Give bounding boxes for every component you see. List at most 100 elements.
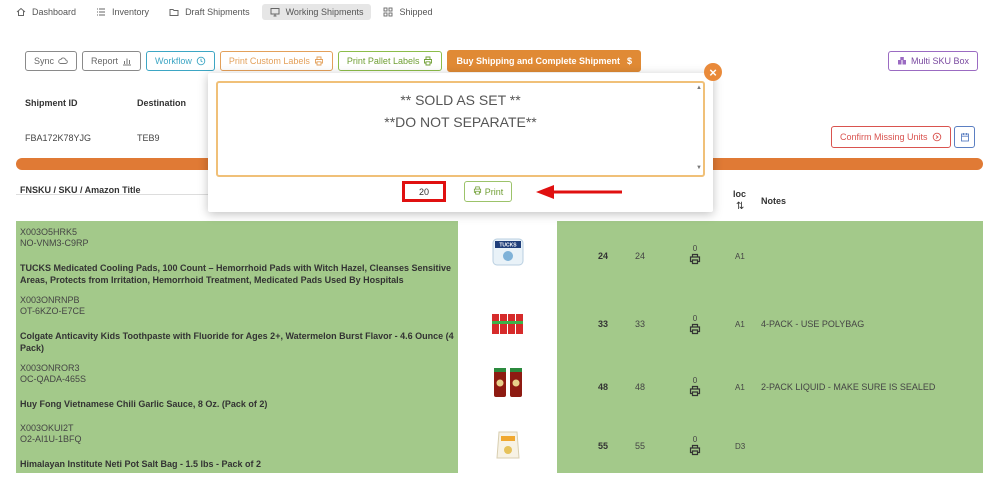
print-label-cell[interactable]: 0 [688, 376, 702, 397]
print-label-cell[interactable]: 0 [688, 314, 702, 335]
bar-chart-icon [122, 56, 132, 66]
location: A1 [735, 252, 745, 261]
amazon-title: Huy Fong Vietnamese Chili Garlic Sauce, … [20, 399, 268, 409]
nav-working-shipments[interactable]: Working Shipments [261, 4, 372, 20]
grid-icon [383, 7, 393, 17]
shipment-items-table: X003O5HRK5 NO-VNM3-C9RP TUCKS Medicated … [16, 221, 983, 473]
clock-icon [196, 56, 206, 66]
fnsku: X003O5HRK5 [20, 227, 78, 237]
printer-icon[interactable] [688, 385, 702, 397]
fnsku: X003ONROR3 [20, 363, 80, 373]
details-cell: 48 48 0 A1 2-PACK LIQUID - MAKE SURE IS … [557, 354, 983, 414]
note: 4-PACK - USE POLYBAG [761, 319, 865, 329]
quantity: 55 [598, 441, 609, 451]
label-quantity-input[interactable] [402, 181, 446, 202]
nav-label: Working Shipments [285, 7, 364, 17]
details-cell: 24 24 0 A1 [557, 221, 983, 289]
quantity-shipped: 24 [635, 251, 646, 261]
print-pallet-labels-button[interactable]: Print Pallet Labels [337, 51, 443, 71]
table-row: X003ONROR3 OC-QADA-465S Huy Fong Vietnam… [16, 354, 983, 414]
print-count: 0 [692, 314, 698, 323]
print-custom-labels-button[interactable]: Print Custom Labels [219, 51, 333, 71]
print-custom-label: Print Custom Labels [228, 56, 310, 66]
shipment-id-header: Shipment ID [25, 98, 78, 108]
location: D3 [735, 442, 746, 451]
product-image-cell [458, 289, 557, 354]
nav-label: Dashboard [32, 7, 77, 17]
dollar-icon: $ [626, 56, 632, 66]
calendar-icon [960, 132, 970, 142]
nav-label: Draft Shipments [185, 7, 250, 17]
column-loc-header[interactable]: loc [733, 189, 746, 199]
print-button[interactable]: Print [464, 181, 512, 202]
destination-header: Destination [137, 98, 187, 108]
table-row: X003O5HRK5 NO-VNM3-C9RP TUCKS Medicated … [16, 221, 983, 289]
printer-icon [314, 56, 324, 66]
buy-shipping-label: Buy Shipping and Complete Shipment [456, 56, 620, 66]
multi-sku-label: Multi SKU Box [911, 56, 970, 66]
item-cell: X003OKUI2T O2-AI1U-1BFQ Himalayan Instit… [16, 414, 458, 473]
scroll-down-icon[interactable]: ▼ [696, 165, 702, 171]
nav-inventory[interactable]: Inventory [88, 4, 157, 20]
red-arrow-annotation [536, 185, 622, 199]
product-image [494, 368, 522, 397]
quantity: 33 [598, 319, 609, 329]
sort-icon[interactable]: ⇅ [736, 201, 744, 212]
nav-label: Inventory [112, 7, 150, 17]
product-image: TUCKS [492, 238, 524, 266]
quantity: 48 [598, 382, 609, 392]
cloud-icon [58, 56, 68, 66]
printer-icon [423, 56, 433, 66]
buy-shipping-button[interactable]: Buy Shipping and Complete Shipment $ [447, 50, 641, 72]
workflow-label: Workflow [155, 56, 192, 66]
column-notes-header: Notes [761, 196, 787, 206]
sync-button[interactable]: Sync [25, 51, 78, 71]
toolbar: Sync Report Workflow Print Custom Labels… [25, 50, 641, 72]
print-count: 0 [692, 435, 698, 444]
home-icon [16, 7, 26, 17]
print-pallet-label: Print Pallet Labels [346, 56, 420, 66]
folder-icon [169, 7, 179, 17]
amazon-title: Himalayan Institute Neti Pot Salt Bag - … [20, 459, 262, 469]
product-image [496, 431, 520, 459]
report-label: Report [91, 56, 119, 66]
confirm-missing-label: Confirm Missing Units [840, 132, 928, 142]
printer-icon [473, 186, 482, 197]
item-cell: X003ONROR3 OC-QADA-465S Huy Fong Vietnam… [16, 354, 458, 414]
sku: OC-QADA-465S [20, 374, 87, 384]
multi-sku-box-button[interactable]: Multi SKU Box [888, 51, 979, 71]
calendar-button[interactable] [954, 126, 975, 148]
print-label: Print [484, 186, 504, 197]
label-text-area[interactable]: ** SOLD AS SET ** **DO NOT SEPARATE** [216, 81, 705, 177]
close-icon[interactable]: × [704, 63, 722, 81]
quantity-shipped: 33 [635, 319, 646, 329]
shipment-id-value: FBA172K78YJG [25, 133, 92, 143]
boxes-icon [897, 56, 907, 66]
sync-label: Sync [34, 56, 55, 66]
monitor-icon [270, 7, 280, 17]
nav-draft-shipments[interactable]: Draft Shipments [161, 4, 258, 20]
amazon-title: Colgate Anticavity Kids Toothpaste with … [20, 331, 454, 353]
printer-icon[interactable] [688, 444, 702, 456]
print-label-cell[interactable]: 0 [688, 244, 702, 265]
product-image [492, 314, 523, 334]
nav-dashboard[interactable]: Dashboard [8, 4, 84, 20]
report-button[interactable]: Report [82, 51, 142, 71]
product-image-cell [458, 414, 557, 473]
destination-value: TEB9 [137, 133, 160, 143]
print-label-cell[interactable]: 0 [688, 435, 702, 456]
workflow-button[interactable]: Workflow [146, 51, 215, 71]
custom-label-modal: ** SOLD AS SET ** **DO NOT SEPARATE** ▲ … [208, 73, 713, 212]
confirm-missing-units-button[interactable]: Confirm Missing Units [831, 126, 951, 148]
printer-icon[interactable] [688, 253, 702, 265]
quantity-shipped: 48 [635, 382, 646, 392]
note: 2-PACK LIQUID - MAKE SURE IS SEALED [761, 382, 936, 392]
details-cell: 33 33 0 A1 4-PACK - USE POLYBAG [557, 289, 983, 354]
scroll-up-icon[interactable]: ▲ [696, 85, 702, 91]
nav-label: Shipped [399, 7, 433, 17]
quantity: 24 [598, 251, 609, 261]
quantity-shipped: 55 [635, 441, 646, 451]
nav-shipped[interactable]: Shipped [375, 4, 440, 20]
printer-icon[interactable] [688, 323, 702, 335]
list-icon [96, 7, 106, 17]
